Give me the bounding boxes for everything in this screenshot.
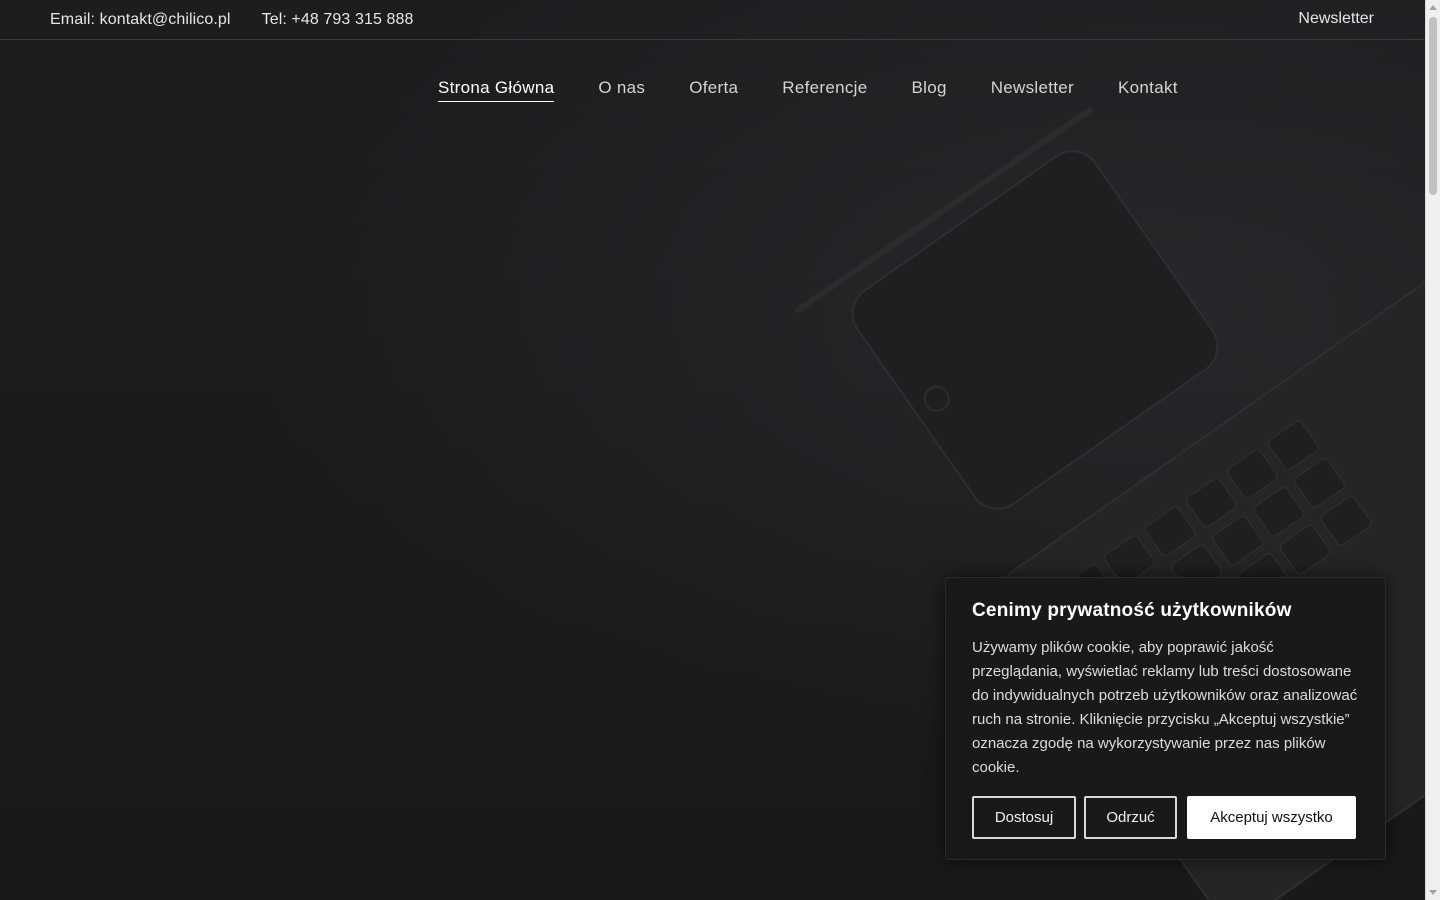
nav-item-offer[interactable]: Oferta [689,78,738,102]
phone-text[interactable]: Tel: +48 793 315 888 [262,11,414,29]
top-bar: Email: kontakt@chilico.pl Tel: +48 793 3… [0,0,1425,40]
cookie-description: Używamy plików cookie, aby poprawić jako… [972,639,1358,776]
scrollbar-thumb[interactable] [1429,17,1437,195]
nav-item-references[interactable]: Referencje [782,78,867,102]
scroll-down-arrow-icon[interactable] [1429,890,1437,895]
nav-item-blog[interactable]: Blog [911,78,946,102]
nav-item-home[interactable]: Strona Główna [438,78,555,102]
vertical-scrollbar[interactable] [1425,0,1440,900]
nav-item-contact[interactable]: Kontakt [1118,78,1178,102]
cookie-title: Cenimy prywatność użytkowników [972,600,1292,621]
main-navigation: Strona Główna O nas Oferta Referencje Bl… [438,78,1222,102]
reject-button[interactable]: Odrzuć [1084,796,1177,839]
nav-item-about[interactable]: O nas [598,78,645,102]
cookie-consent-dialog: Cenimy prywatność użytkowników Używamy p… [945,577,1386,860]
page: Email: kontakt@chilico.pl Tel: +48 793 3… [0,0,1440,900]
scroll-up-arrow-icon[interactable] [1429,5,1437,10]
email-text[interactable]: Email: kontakt@chilico.pl [50,11,231,29]
topbar-newsletter-link[interactable]: Newsletter [1298,10,1374,28]
customize-button[interactable]: Dostosuj [972,796,1076,839]
contact-info: Email: kontakt@chilico.pl Tel: +48 793 3… [50,11,414,29]
cookie-buttons: Dostosuj Odrzuć Akceptuj wszystko [972,796,1356,839]
phone-illustration [851,150,1219,510]
accept-all-button[interactable]: Akceptuj wszystko [1187,796,1356,839]
pen-illustration [795,107,1093,313]
nav-item-newsletter[interactable]: Newsletter [991,78,1074,102]
